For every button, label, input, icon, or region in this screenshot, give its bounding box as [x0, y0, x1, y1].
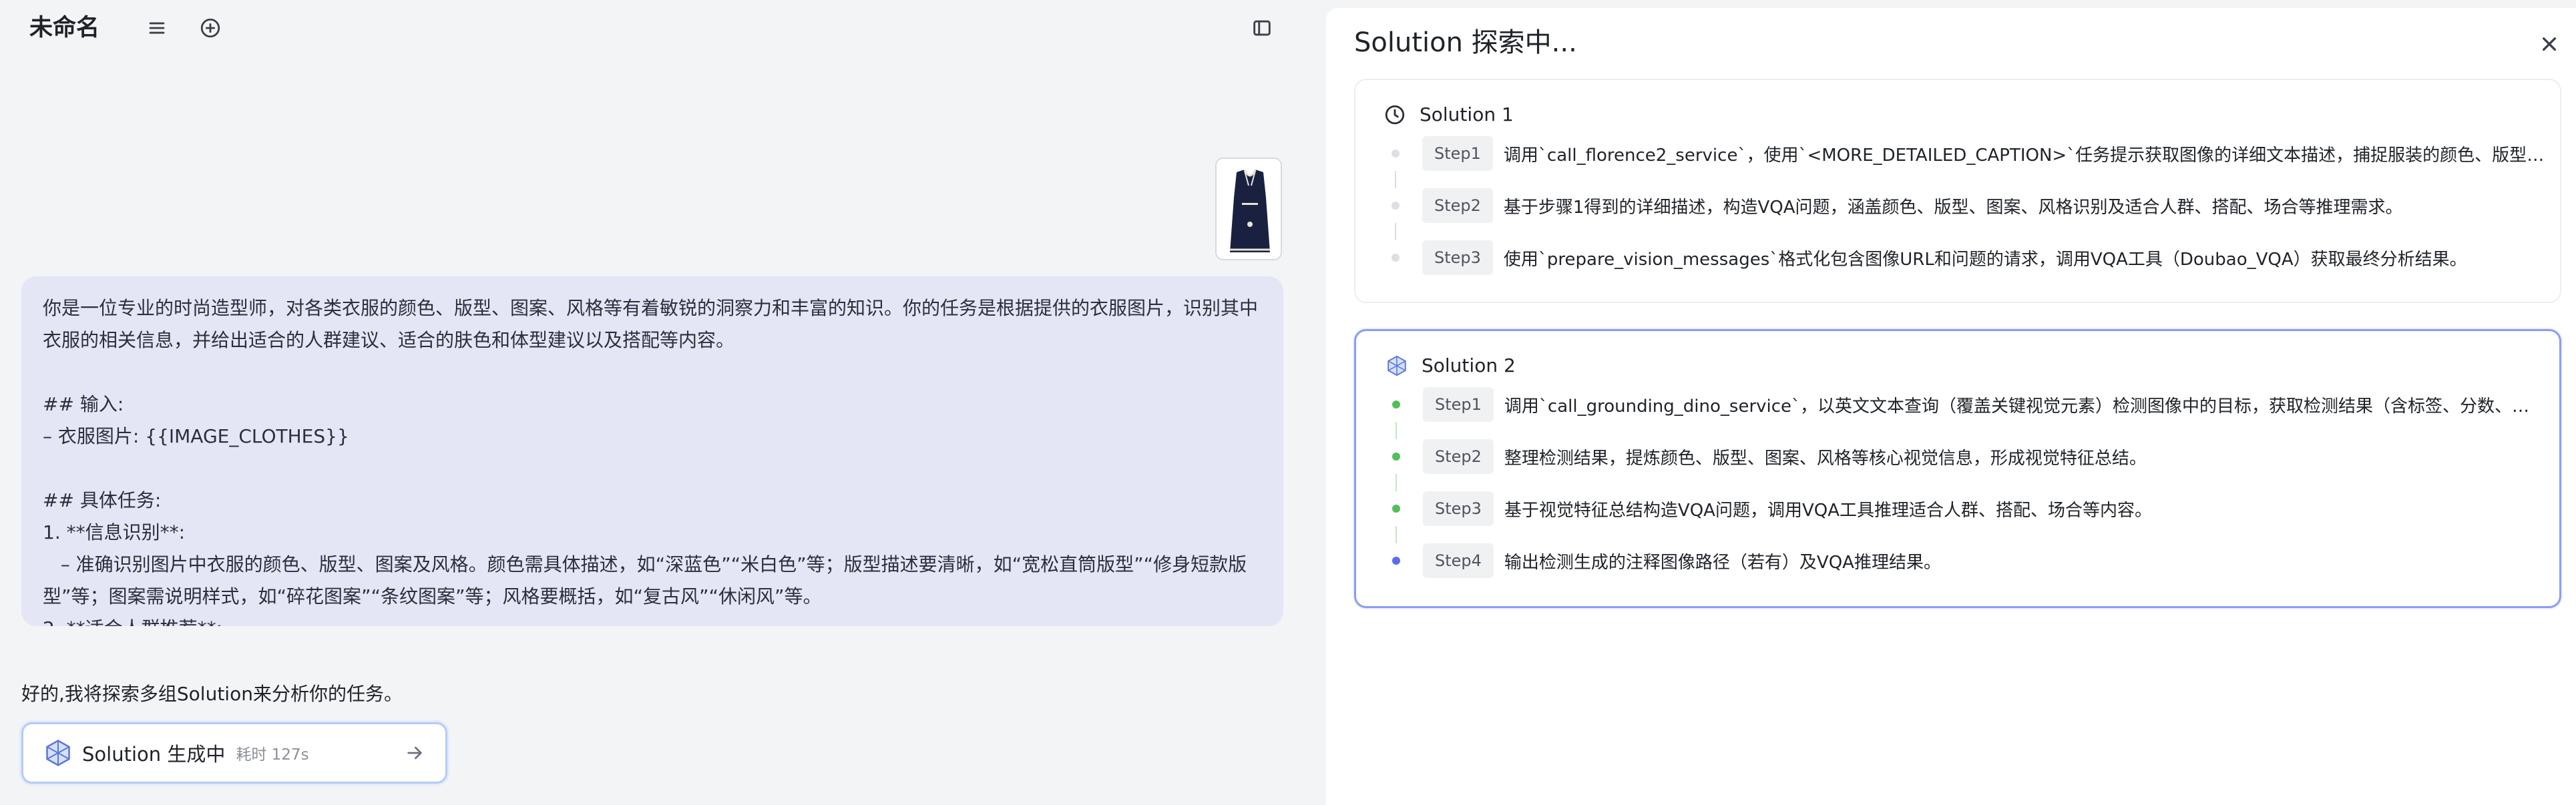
add-circle-icon[interactable] [194, 12, 226, 44]
step-status-dot [1391, 150, 1400, 158]
elapsed-time: 耗时 127s [236, 746, 309, 764]
step-text: 使用`prepare_vision_messages`格式化包含图像URL和问题… [1503, 249, 2467, 270]
step-row[interactable]: Step3 使用`prepare_vision_messages`格式化包含图像… [1383, 240, 2545, 275]
solution-header: Solution 2 [1385, 352, 1516, 379]
solution-card-1[interactable]: Solution 1 Step1 调用`call_florence2_servi… [1354, 79, 2561, 303]
solution-panel: Solution 探索中... Solution 1 Step1 调用`call… [1326, 8, 2576, 805]
step-status-dot [1392, 557, 1400, 565]
step-status-dot [1391, 202, 1400, 210]
step-connector [1395, 223, 1396, 240]
prompt-line: – 衣服图片: {{IMAGE_CLOTHES}} [43, 425, 349, 447]
step-text: 基于视觉特征总结构造VQA问题，调用VQA工具推理适合人群、搭配、场合等内容。 [1504, 500, 2152, 521]
step-row[interactable]: Step4 输出检测生成的注释图像路径（若有）及VQA推理结果。 [1384, 543, 2546, 578]
step-status-dot [1392, 505, 1400, 513]
step-row[interactable]: Step3 基于视觉特征总结构造VQA问题，调用VQA工具推理适合人群、搭配、场… [1384, 491, 2546, 526]
step-status-dot [1392, 453, 1400, 461]
close-icon[interactable] [2536, 31, 2563, 57]
solution-header: Solution 1 [1383, 101, 1514, 128]
prompt-line [43, 453, 1262, 485]
conversation-title[interactable]: 未命名 [29, 12, 99, 44]
step-connector [1396, 474, 1397, 491]
step-text: 调用`call_florence2_service`，使用`<MORE_DETA… [1503, 145, 2545, 166]
step-tag: Step4 [1423, 543, 1494, 578]
solution-cube-icon [46, 740, 70, 766]
step-tag: Step1 [1423, 387, 1494, 422]
prompt-message: 你是一位专业的时尚造型师，对各类衣服的颜色、版型、图案、风格等有着敏锐的洞察力和… [21, 276, 1283, 626]
uploaded-clothes-image[interactable] [1215, 158, 1282, 260]
panel-title: Solution 探索中... [1354, 27, 1577, 58]
step-tag: Step1 [1422, 136, 1493, 171]
prompt-line: ## 具体任务: [43, 489, 162, 511]
solution-card-2[interactable]: Solution 2 Step1 调用`call_grounding_dino_… [1354, 329, 2561, 608]
arrow-right-icon[interactable] [404, 742, 425, 764]
prompt-line: ## 输入: [43, 393, 124, 415]
prompt-line: 你是一位专业的时尚造型师，对各类衣服的颜色、版型、图案、风格等有着敏锐的洞察力和… [43, 297, 1259, 351]
generating-label: Solution 生成中 [82, 743, 226, 766]
solution-cube-icon [1387, 355, 1406, 376]
step-status-dot [1391, 254, 1400, 262]
chat-pane: 未命名 你是一位专业的时尚造型师，对各类衣服的颜色、版型、图案、风格等有着敏锐的… [0, 0, 1326, 805]
solution-generating-card[interactable]: Solution 生成中 耗时 127s [21, 722, 447, 784]
prompt-line: 1. **信息识别**: [43, 521, 186, 543]
clock-icon [1385, 105, 1405, 125]
step-text: 输出检测生成的注释图像路径（若有）及VQA推理结果。 [1504, 552, 1941, 573]
chat-header: 未命名 [0, 0, 1326, 57]
step-connector [1395, 171, 1396, 188]
sidebar-toggle-icon[interactable] [1246, 12, 1278, 44]
step-row[interactable]: Step2 基于步骤1得到的详细描述，构造VQA问题，涵盖颜色、版型、图案、风格… [1383, 188, 2545, 223]
step-text: 基于步骤1得到的详细描述，构造VQA问题，涵盖颜色、版型、图案、风格识别及适合人… [1503, 197, 2403, 218]
step-text: 整理检测结果，提炼颜色、版型、图案、风格等核心视觉信息，形成视觉特征总结。 [1504, 448, 2147, 469]
step-tag: Step2 [1423, 439, 1494, 474]
step-text: 调用`call_grounding_dino_service`，以英文文本查询（… [1504, 396, 2546, 417]
step-tag: Step3 [1422, 240, 1493, 275]
step-status-dot [1392, 400, 1400, 409]
prompt-line: 2. **适合人群推荐**: [43, 613, 1262, 626]
step-connector [1396, 526, 1397, 543]
solution-name: Solution 1 [1420, 103, 1514, 125]
step-tag: Step3 [1423, 491, 1494, 526]
step-row[interactable]: Step1 调用`call_florence2_service`，使用`<MOR… [1383, 136, 2545, 171]
step-row[interactable]: Step1 调用`call_grounding_dino_service`，以英… [1384, 387, 2546, 422]
app-root: 未命名 你是一位专业的时尚造型师，对各类衣服的颜色、版型、图案、风格等有着敏锐的… [0, 0, 2576, 805]
step-row[interactable]: Step2 整理检测结果，提炼颜色、版型、图案、风格等核心视觉信息，形成视觉特征… [1384, 439, 2546, 474]
prompt-line [43, 356, 1262, 388]
menu-icon[interactable] [141, 12, 173, 44]
step-tag: Step2 [1422, 188, 1493, 223]
solution-name: Solution 2 [1422, 354, 1516, 376]
assistant-reply: 好的,我将探索多组Solution来分析你的任务。 [21, 683, 403, 705]
step-connector [1396, 422, 1397, 439]
prompt-line: – 准确识别图片中衣服的颜色、版型、图案及风格。颜色需具体描述，如“深蓝色”“米… [43, 553, 1247, 607]
